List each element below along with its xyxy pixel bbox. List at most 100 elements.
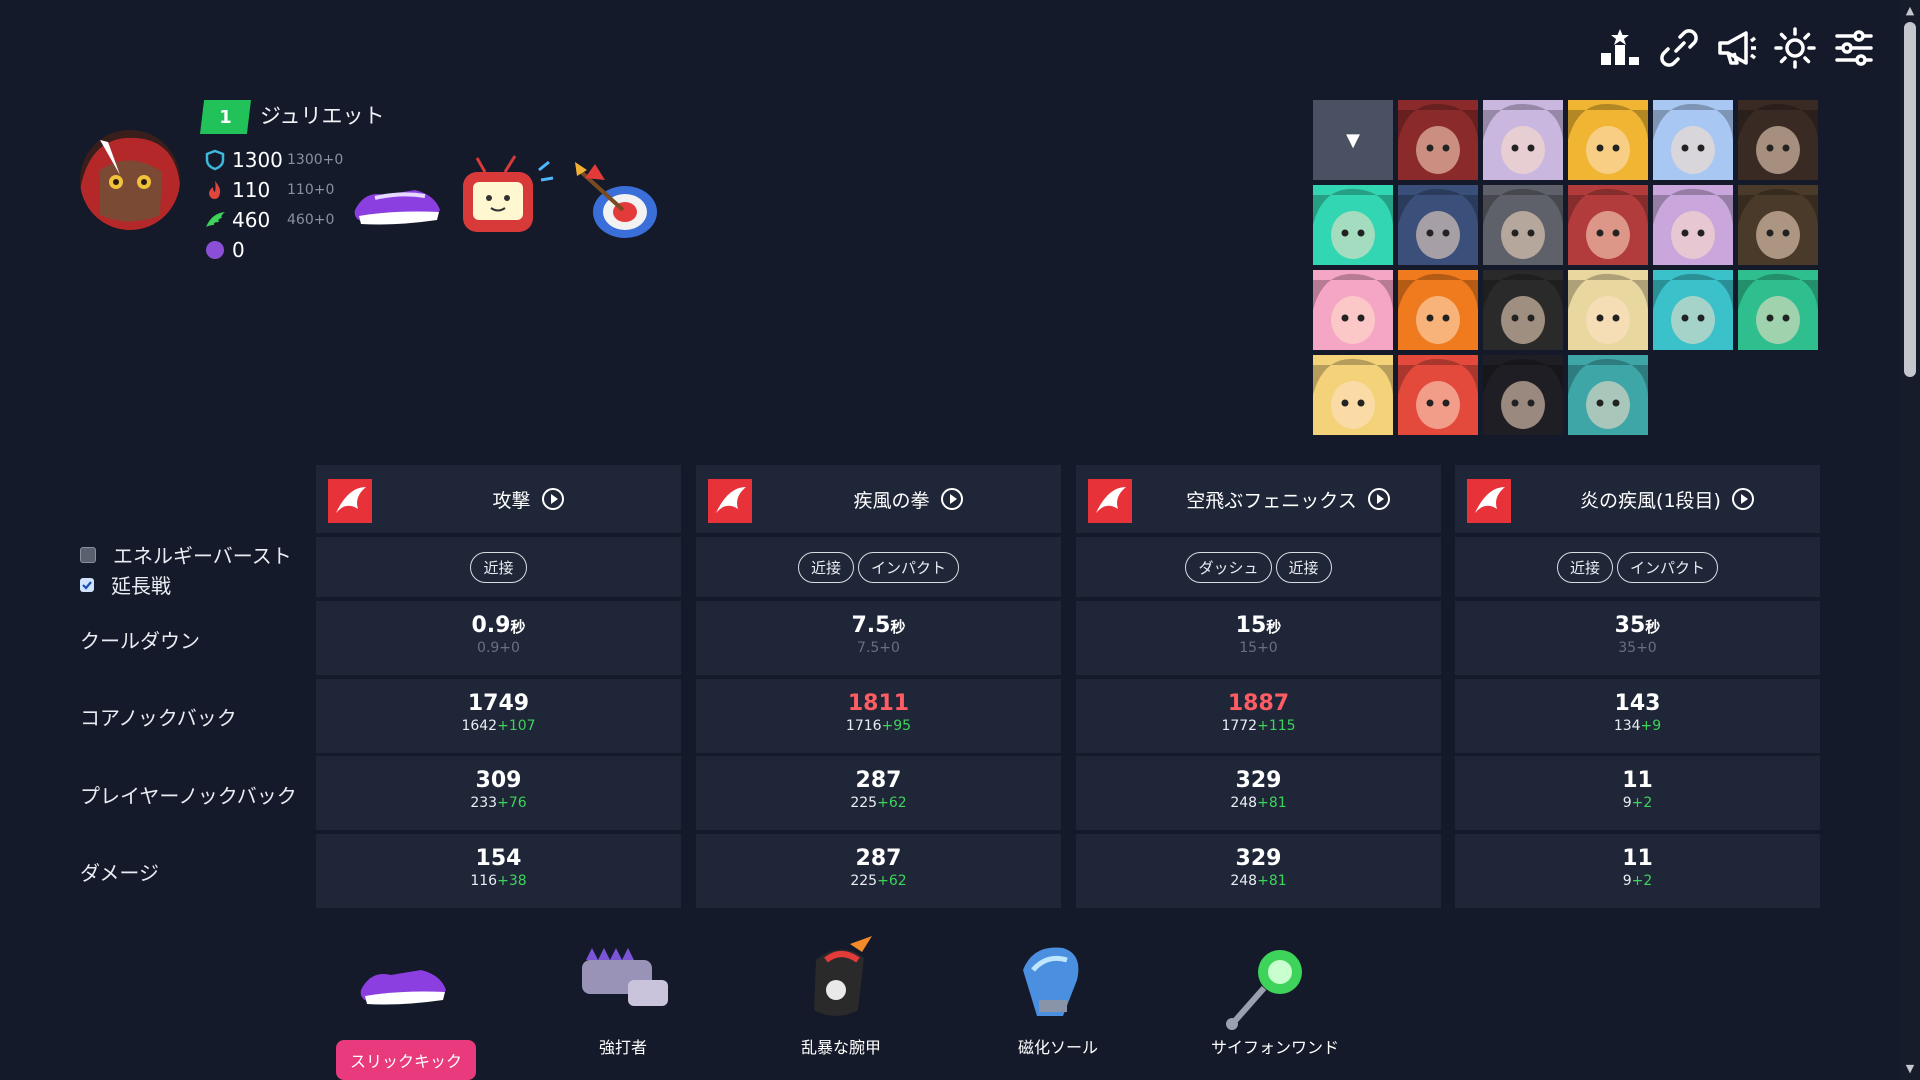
roster-portrait[interactable] (1313, 270, 1393, 350)
damage-bonus: +81 (1257, 873, 1287, 889)
cooldown-cell: 0.9秒 0.9+0 (316, 601, 681, 675)
core-knockback-base: 1716 (845, 718, 882, 734)
item-card[interactable]: 磁化ソール (983, 930, 1133, 1058)
scroll-down-arrow[interactable]: ▼ (1904, 1062, 1916, 1076)
scroll-up-arrow[interactable]: ▲ (1904, 4, 1916, 18)
equipped-shoe-icon[interactable] (345, 150, 445, 250)
stat-row-wing: 460 460+0 (204, 205, 334, 235)
portrait-image (1653, 100, 1733, 180)
orb-icon (206, 241, 224, 259)
portrait-image (1483, 270, 1563, 350)
core-knockback-value: 143 (1614, 691, 1661, 716)
roster-portrait[interactable] (1313, 355, 1393, 435)
skill-tag: インパクト (858, 551, 960, 583)
roster-portrait[interactable] (1313, 185, 1393, 265)
item-card[interactable]: スリックキック (331, 930, 481, 1080)
portrait-image (1313, 270, 1393, 350)
roster-portrait[interactable] (1398, 355, 1478, 435)
wand-icon (1226, 950, 1302, 1030)
play-icon[interactable] (1367, 487, 1391, 511)
stat-value: 110 (232, 178, 271, 202)
skill-name: 炎の疾風(1段目) (1580, 489, 1721, 512)
damage-value: 287 (855, 846, 902, 871)
leaderboard-icon[interactable] (1598, 26, 1642, 70)
player-knockback-cell: 309 233+76 (316, 756, 681, 830)
check-icon (82, 580, 92, 590)
core-knockback-cell: 1811 1716+95 (696, 679, 1061, 753)
item-card[interactable]: サイフォンワンド (1200, 930, 1350, 1058)
player-knockback-value: 309 (475, 768, 522, 793)
roster-portrait[interactable] (1568, 185, 1648, 265)
roster-portrait[interactable] (1483, 185, 1563, 265)
link-icon[interactable] (1657, 26, 1701, 70)
portrait-image (1568, 100, 1648, 180)
cooldown-value: 7.5 (851, 613, 891, 638)
portrait-image (1568, 355, 1648, 435)
item-card[interactable]: 強打者 (548, 930, 698, 1058)
play-icon[interactable] (940, 487, 964, 511)
portrait-image (1738, 100, 1818, 180)
overtime-checkbox[interactable]: 延長戦 (80, 570, 171, 599)
cooldown-cell: 15秒 15+0 (1076, 601, 1441, 675)
core-knockback-base: 134 (1613, 718, 1641, 734)
item-label: 磁化ソール (1017, 1038, 1098, 1057)
roster-portrait[interactable] (1653, 270, 1733, 350)
cooldown-value: 0.9 (471, 613, 511, 638)
roster-portrait[interactable] (1738, 270, 1818, 350)
portrait-image (1398, 185, 1478, 265)
player-knockback-cell: 287 225+62 (696, 756, 1061, 830)
scroll-thumb[interactable] (1904, 22, 1916, 377)
player-knockback-cell: 329 248+81 (1076, 756, 1441, 830)
equipped-dartboard-icon[interactable] (565, 150, 665, 250)
page-scrollbar[interactable]: ▲ ▼ (1900, 0, 1920, 1080)
core-knockback-bonus: +107 (497, 718, 536, 734)
equipped-tv-icon[interactable] (455, 150, 555, 250)
core-knockback-bonus: +9 (1640, 718, 1662, 734)
core-knockback-base: 1642 (461, 718, 498, 734)
stat-sub: 110+0 (287, 182, 335, 198)
settings-sliders-icon[interactable] (1832, 26, 1876, 70)
roster-portrait[interactable] (1398, 185, 1478, 265)
portrait-image (1653, 185, 1733, 265)
roster-portrait[interactable] (1483, 100, 1563, 180)
damage-bonus: +62 (877, 873, 907, 889)
energy-burst-checkbox[interactable]: エネルギーバースト (80, 540, 292, 569)
cooldown-cell: 7.5秒 7.5+0 (696, 601, 1061, 675)
damage-cell: 287 225+62 (696, 834, 1061, 908)
megaphone-icon[interactable] (1715, 26, 1759, 70)
damage-base: 116 (470, 873, 498, 889)
roster-portrait[interactable] (1738, 100, 1818, 180)
roster-portrait[interactable] (1738, 185, 1818, 265)
roster-portrait[interactable] (1398, 270, 1478, 350)
damage-cell: 11 9+2 (1455, 834, 1820, 908)
wing-icon (206, 212, 225, 227)
energy-burst-label: エネルギーバースト (113, 544, 292, 568)
roster-portrait[interactable] (1483, 355, 1563, 435)
skill-header: 炎の疾風(1段目) (1455, 465, 1820, 533)
brightness-icon[interactable] (1773, 26, 1817, 70)
cooldown-unit: 秒 (890, 618, 906, 636)
player-knockback-bonus: +62 (877, 795, 907, 811)
character-avatar (80, 130, 180, 230)
roster-portrait[interactable] (1568, 355, 1648, 435)
play-icon[interactable] (1731, 487, 1755, 511)
cooldown-unit: 秒 (510, 618, 526, 636)
roster-portrait[interactable] (1568, 270, 1648, 350)
portrait-image (1738, 270, 1818, 350)
skill-tag: 近接 (470, 551, 527, 583)
roster-portrait[interactable] (1653, 185, 1733, 265)
roster-portrait[interactable] (1653, 100, 1733, 180)
checkbox-box-checked[interactable] (80, 577, 94, 592)
damage-value: 329 (1235, 846, 1282, 871)
player-knockback-base: 225 (850, 795, 878, 811)
stat-value: 460 (232, 208, 271, 232)
roster-dropdown[interactable]: ▼ (1313, 100, 1393, 180)
roster-portrait[interactable] (1483, 270, 1563, 350)
roster-portrait[interactable] (1398, 100, 1478, 180)
play-icon[interactable] (541, 487, 565, 511)
roster-portrait[interactable] (1568, 100, 1648, 180)
overtime-label: 延長戦 (111, 574, 171, 598)
item-card[interactable]: 乱暴な腕甲 (766, 930, 916, 1058)
portrait-image (1738, 185, 1818, 265)
checkbox-box[interactable] (80, 546, 96, 563)
